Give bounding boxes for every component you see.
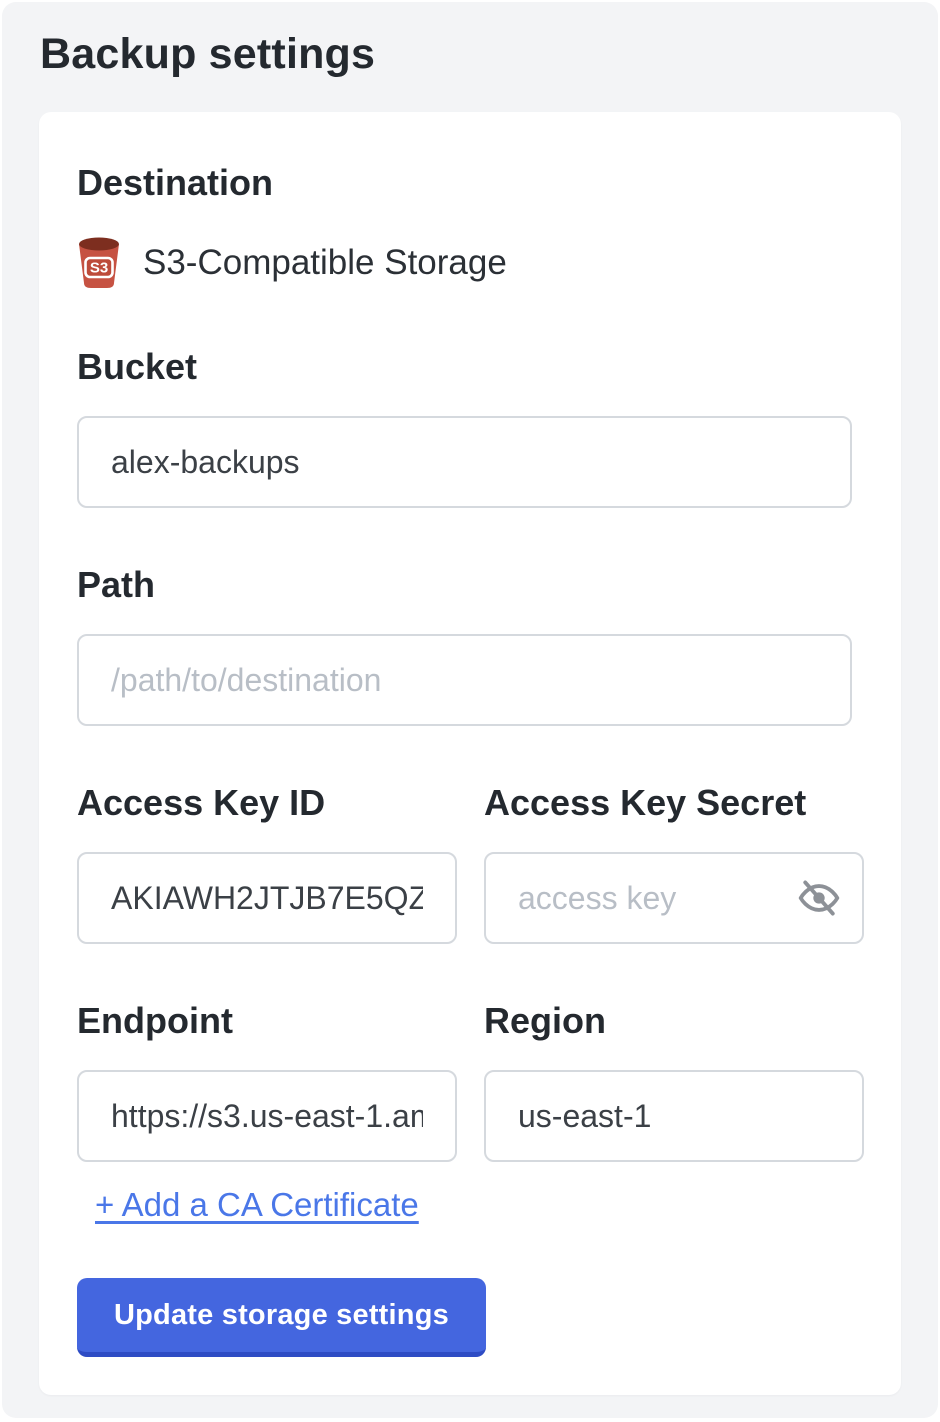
region-column: Region — [484, 944, 864, 1162]
backup-settings-panel: Backup settings Destination S3 S3-Compat… — [2, 2, 938, 1418]
svg-text:S3: S3 — [90, 260, 108, 277]
path-input[interactable] — [77, 634, 852, 726]
destination-label: Destination — [77, 162, 863, 204]
path-label: Path — [77, 564, 863, 606]
toggle-secret-visibility-button[interactable] — [796, 875, 842, 921]
destination-row: S3 S3-Compatible Storage — [77, 236, 863, 290]
access-key-secret-label: Access Key Secret — [484, 782, 864, 824]
endpoint-region-row: Endpoint Region — [77, 944, 863, 1162]
eye-off-icon — [797, 876, 841, 920]
bucket-input[interactable] — [77, 416, 852, 508]
add-ca-certificate-link[interactable]: + Add a CA Certificate — [95, 1186, 419, 1224]
destination-value: S3-Compatible Storage — [143, 243, 507, 283]
s3-bucket-icon: S3 — [77, 237, 121, 289]
region-input[interactable] — [484, 1070, 864, 1162]
access-key-id-input[interactable] — [77, 852, 457, 944]
access-key-row: Access Key ID Access Key Secret — [77, 726, 863, 944]
access-key-secret-column: Access Key Secret — [484, 726, 864, 944]
access-key-id-label: Access Key ID — [77, 782, 457, 824]
access-key-id-column: Access Key ID — [77, 726, 457, 944]
storage-settings-card: Destination S3 S3-Compatible Storage Buc… — [39, 112, 901, 1395]
endpoint-column: Endpoint — [77, 944, 457, 1162]
bucket-label: Bucket — [77, 346, 863, 388]
region-label: Region — [484, 1000, 864, 1042]
update-storage-settings-button[interactable]: Update storage settings — [77, 1278, 486, 1357]
page-title: Backup settings — [2, 2, 938, 112]
endpoint-label: Endpoint — [77, 1000, 457, 1042]
endpoint-input[interactable] — [77, 1070, 457, 1162]
access-key-secret-wrap — [484, 852, 864, 944]
